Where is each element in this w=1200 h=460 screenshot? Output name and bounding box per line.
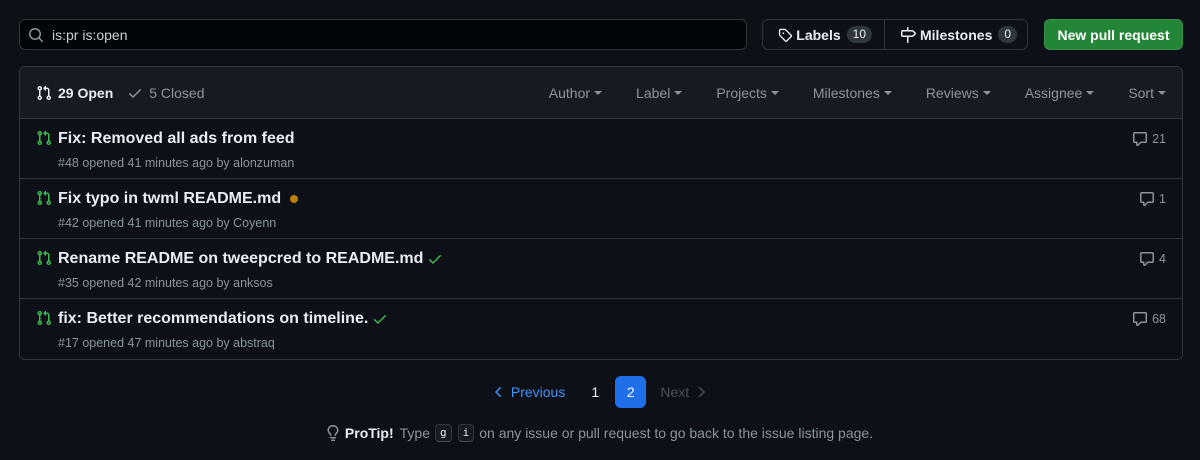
comments-link[interactable]: 4 — [1139, 251, 1166, 267]
filter-label: Author — [548, 85, 591, 101]
closed-count-label: 5 Closed — [149, 84, 205, 101]
comments-link[interactable]: 1 — [1139, 191, 1166, 207]
pr-meta: #35 opened 42 minutes ago by anksos — [58, 276, 273, 290]
milestones-count: 0 — [998, 26, 1018, 43]
protip-bold: ProTip! — [344, 425, 394, 441]
closed-filter-tab[interactable]: 5 Closed — [127, 84, 205, 101]
list-item: Fix: Removed all ads from feed #48 opene… — [20, 119, 1182, 179]
search-input[interactable] — [52, 26, 712, 43]
comment-count: 1 — [1159, 192, 1166, 206]
list-item: Rename README on tweepcred to README.md … — [20, 239, 1182, 299]
filter-bar: Author Label Projects Milestones Reviews… — [515, 67, 1166, 119]
success-check-icon[interactable] — [372, 311, 388, 327]
page-1-button[interactable]: 1 — [579, 376, 611, 408]
open-count-label: 29 Open — [58, 84, 114, 101]
filter-milestones[interactable]: Milestones — [813, 85, 892, 101]
filter-label: Milestones — [812, 85, 880, 101]
page-2-current[interactable]: 2 — [615, 376, 647, 408]
filter-label: Reviews — [925, 85, 979, 101]
filter-label: Sort — [1128, 85, 1154, 101]
labels-milestones-group: Labels 10 Milestones 0 — [762, 19, 1028, 50]
comment-count: 4 — [1159, 252, 1166, 266]
labels-label: Labels — [796, 26, 841, 43]
caret-down-icon — [594, 91, 603, 95]
open-filter-tab[interactable]: 29 Open — [36, 85, 113, 101]
filter-label: Label — [636, 85, 671, 101]
light-bulb-icon — [327, 425, 339, 441]
caret-down-icon — [883, 91, 892, 95]
git-pull-request-icon — [37, 250, 52, 266]
new-pull-request-button[interactable]: New pull request — [1044, 19, 1183, 50]
milestone-icon — [901, 26, 916, 43]
tag-icon — [778, 28, 793, 42]
caret-down-icon — [982, 91, 991, 95]
protip-text-before: Type — [399, 425, 431, 441]
pr-meta: #17 opened 47 minutes ago by abstraq — [58, 336, 275, 350]
next-page-button: Next — [650, 376, 719, 408]
comment-icon — [1133, 132, 1148, 146]
chevron-right-icon — [699, 387, 705, 397]
comment-count: 68 — [1152, 312, 1166, 326]
filter-label: Projects — [716, 85, 767, 101]
previous-label: Previous — [510, 384, 566, 400]
pr-title-link[interactable]: Rename README on tweepcred to README.md — [58, 250, 423, 268]
pr-title-link[interactable]: fix: Better recommendations on timeline. — [58, 310, 368, 328]
comment-count: 21 — [1152, 132, 1166, 146]
chevron-left-icon — [495, 387, 501, 397]
caret-down-icon — [770, 91, 779, 95]
kbd-key-i: i — [457, 424, 475, 442]
search-field[interactable] — [19, 19, 747, 50]
pending-status-dot-icon[interactable] — [290, 195, 299, 203]
comments-link[interactable]: 21 — [1132, 131, 1166, 147]
pr-title-line: Fix: Removed all ads from feed — [58, 130, 295, 148]
filter-projects[interactable]: Projects — [716, 85, 779, 101]
list-item: fix: Better recommendations on timeline.… — [20, 299, 1182, 359]
milestones-button[interactable]: Milestones 0 — [885, 20, 1029, 49]
pr-meta: #48 opened 41 minutes ago by alonzuman — [58, 156, 295, 170]
git-pull-request-icon — [37, 190, 52, 206]
pagination: Previous 1 2 Next — [0, 376, 1200, 408]
caret-down-icon — [1158, 91, 1166, 95]
git-pull-request-icon — [37, 130, 52, 146]
check-icon — [129, 88, 142, 98]
labels-count: 10 — [846, 26, 872, 43]
filter-label: Assignee — [1024, 85, 1083, 101]
pull-request-list: 29 Open 5 Closed Author Label Projects M… — [19, 66, 1183, 360]
pr-meta: #42 opened 41 minutes ago by Coyenn — [58, 216, 277, 230]
caret-down-icon — [1086, 91, 1095, 95]
protip: ProTip! Type g i on any issue or pull re… — [0, 423, 1200, 443]
pr-title-line: fix: Better recommendations on timeline. — [58, 310, 388, 328]
filter-label[interactable]: Label — [636, 85, 683, 101]
comment-icon — [1140, 192, 1155, 206]
comment-icon — [1133, 312, 1148, 326]
labels-button[interactable]: Labels 10 — [763, 20, 885, 49]
list-item: Fix typo in twml README.md #42 opened 41… — [20, 179, 1182, 239]
previous-page-button[interactable]: Previous — [481, 376, 575, 408]
pr-title-line: Rename README on tweepcred to README.md — [58, 250, 443, 268]
milestones-label: Milestones — [920, 26, 993, 43]
search-icon — [29, 27, 44, 42]
git-pull-request-icon — [37, 85, 52, 100]
list-header: 29 Open 5 Closed Author Label Projects M… — [20, 67, 1182, 119]
comments-link[interactable]: 68 — [1132, 311, 1166, 327]
filter-reviews[interactable]: Reviews — [926, 85, 991, 101]
caret-down-icon — [674, 91, 683, 95]
comment-icon — [1140, 252, 1155, 266]
filter-sort[interactable]: Sort — [1128, 85, 1166, 101]
next-label: Next — [660, 384, 690, 400]
filter-assignee[interactable]: Assignee — [1025, 85, 1095, 101]
filter-author[interactable]: Author — [548, 85, 603, 101]
protip-text-after: on any issue or pull request to go back … — [479, 425, 874, 441]
git-pull-request-icon — [37, 310, 52, 326]
success-check-icon[interactable] — [427, 251, 443, 267]
pr-title-link[interactable]: Fix: Removed all ads from feed — [58, 130, 295, 148]
pr-title-link[interactable]: Fix typo in twml README.md — [58, 190, 281, 208]
pr-title-line: Fix typo in twml README.md — [58, 190, 299, 208]
kbd-key-g: g — [435, 424, 452, 442]
top-toolbar: Labels 10 Milestones 0 New pull request — [19, 19, 1183, 51]
